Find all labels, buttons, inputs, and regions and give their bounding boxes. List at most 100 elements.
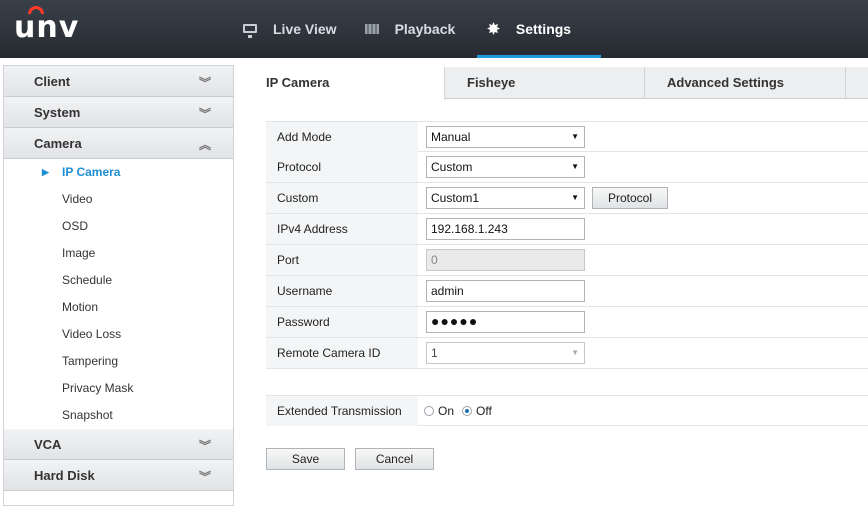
protocol-button[interactable]: Protocol bbox=[592, 187, 668, 209]
radio-circle-selected-icon bbox=[462, 405, 473, 416]
sidebar-item-label: Privacy Mask bbox=[62, 381, 134, 395]
protocol-label: Protocol bbox=[266, 152, 418, 182]
chevron-down-icon: ︾ bbox=[198, 470, 211, 484]
sidebar-item-label: Image bbox=[62, 246, 96, 260]
dropdown-arrow-icon: ▼ bbox=[571, 162, 579, 171]
extended-transmission-row: Extended Transmission On Off bbox=[266, 395, 868, 426]
film-icon bbox=[364, 24, 379, 34]
nav-live-view[interactable]: Live View bbox=[243, 0, 353, 58]
gear-icon: ✸ bbox=[487, 20, 500, 38]
add-mode-value: Manual bbox=[431, 129, 471, 144]
sidebar-section-label: VCA bbox=[34, 436, 62, 452]
extended-transmission-label: Extended Transmission bbox=[266, 395, 418, 426]
top-bar: unv Live View Playback ✸ Settings bbox=[0, 0, 868, 58]
port-input[interactable]: 0 bbox=[426, 249, 585, 271]
chevron-down-icon: ︾ bbox=[198, 107, 211, 121]
dropdown-arrow-icon: ▼ bbox=[571, 193, 579, 202]
sidebar-item-image[interactable]: Image bbox=[4, 240, 233, 267]
radio-label: On bbox=[438, 403, 455, 418]
main-nav: Live View Playback ✸ Settings bbox=[243, 0, 601, 58]
sidebar-item-privacy-mask[interactable]: Privacy Mask bbox=[4, 375, 233, 402]
remote-camera-id-select[interactable]: 1 ▼ bbox=[426, 342, 585, 364]
tab-fisheye[interactable]: Fisheye bbox=[445, 67, 645, 99]
tab-ip-camera[interactable]: IP Camera bbox=[244, 67, 445, 100]
sidebar-item-video[interactable]: Video bbox=[4, 186, 233, 213]
username-row: Username admin bbox=[266, 276, 868, 307]
unv-logo: unv bbox=[14, 6, 80, 45]
sidebar: Client ︾ System ︾ Camera ︽ ▶ IP Camera Vi… bbox=[3, 65, 234, 506]
sidebar-item-label: Snapshot bbox=[62, 408, 113, 422]
chevron-down-icon: ︾ bbox=[198, 439, 211, 453]
extended-transmission-form: Extended Transmission On Off bbox=[266, 395, 868, 426]
sidebar-item-label: Video Loss bbox=[62, 327, 122, 341]
sidebar-item-label: Video bbox=[62, 192, 93, 206]
save-button[interactable]: Save bbox=[266, 448, 345, 470]
nav-settings[interactable]: ✸ Settings bbox=[477, 0, 601, 58]
protocol-value: Custom bbox=[431, 160, 473, 174]
custom-value: Custom1 bbox=[431, 191, 480, 205]
ipv4-label: IPv4 Address bbox=[266, 214, 418, 244]
sidebar-section-client[interactable]: Client ︾ bbox=[4, 66, 233, 97]
sidebar-section-label: Hard Disk bbox=[34, 467, 95, 483]
sidebar-section-system[interactable]: System ︾ bbox=[4, 97, 233, 128]
sidebar-item-label: IP Camera bbox=[62, 165, 121, 179]
add-mode-label: Add Mode bbox=[266, 121, 418, 152]
sidebar-item-osd[interactable]: OSD bbox=[4, 213, 233, 240]
sidebar-item-snapshot[interactable]: Snapshot bbox=[4, 402, 233, 429]
sidebar-section-label: System bbox=[34, 104, 81, 120]
sidebar-item-schedule[interactable]: Schedule bbox=[4, 267, 233, 294]
settings-tabs: IP Camera Fisheye Advanced Settings bbox=[244, 67, 868, 100]
nav-playback-label: Playback bbox=[394, 21, 456, 37]
sidebar-item-label: OSD bbox=[62, 219, 89, 233]
sidebar-item-motion[interactable]: Motion bbox=[4, 294, 233, 321]
cancel-button[interactable]: Cancel bbox=[355, 448, 434, 470]
sidebar-item-label: Schedule bbox=[62, 273, 113, 287]
remote-camera-id-row: Remote Camera ID 1 ▼ bbox=[266, 338, 868, 369]
remote-camera-id-label: Remote Camera ID bbox=[266, 338, 418, 368]
logo-arc-icon bbox=[28, 6, 44, 14]
sidebar-section-label: Client bbox=[34, 73, 71, 89]
nav-playback[interactable]: Playback bbox=[364, 0, 472, 58]
extended-on-radio[interactable]: On bbox=[424, 404, 454, 418]
chevron-up-icon: ︽ bbox=[198, 138, 211, 152]
ipv4-row: IPv4 Address 192.168.1.243 bbox=[266, 214, 868, 245]
triangle-right-icon: ▶ bbox=[42, 167, 49, 177]
nav-live-view-label: Live View bbox=[273, 21, 337, 37]
ipv4-input[interactable]: 192.168.1.243 bbox=[426, 218, 585, 240]
add-mode-row: Add Mode Manual ▼ bbox=[266, 121, 868, 152]
sidebar-item-video-loss[interactable]: Video Loss bbox=[4, 321, 233, 348]
sidebar-item-ip-camera[interactable]: ▶ IP Camera bbox=[4, 159, 233, 186]
protocol-select[interactable]: Custom ▼ bbox=[426, 156, 585, 178]
password-row: Password ●●●●● bbox=[266, 307, 868, 338]
radio-label: Off bbox=[476, 403, 492, 418]
custom-label: Custom bbox=[266, 183, 418, 213]
chevron-down-icon: ︾ bbox=[198, 76, 211, 90]
nav-settings-label: Settings bbox=[515, 21, 572, 37]
tab-advanced-settings[interactable]: Advanced Settings bbox=[645, 67, 846, 99]
sidebar-item-label: Tampering bbox=[62, 354, 119, 368]
remote-camera-id-value: 1 bbox=[431, 346, 438, 360]
form-actions: Save Cancel bbox=[266, 448, 444, 470]
sidebar-item-tampering[interactable]: Tampering bbox=[4, 348, 233, 375]
extended-off-radio[interactable]: Off bbox=[462, 404, 492, 418]
password-input[interactable]: ●●●●● bbox=[426, 311, 585, 333]
add-mode-select[interactable]: Manual ▼ bbox=[426, 125, 585, 148]
password-label: Password bbox=[266, 307, 418, 337]
port-label: Port bbox=[266, 245, 418, 275]
sidebar-item-label: Motion bbox=[62, 300, 99, 314]
sidebar-section-camera[interactable]: Camera ︽ bbox=[4, 128, 233, 159]
sidebar-section-hard-disk[interactable]: Hard Disk ︾ bbox=[4, 460, 233, 491]
custom-row: Custom Custom1 ▼ Protocol bbox=[266, 183, 868, 214]
username-input[interactable]: admin bbox=[426, 280, 585, 302]
radio-circle-icon bbox=[424, 405, 434, 416]
logo-text: unv bbox=[14, 10, 80, 45]
sidebar-section-vca[interactable]: VCA ︾ bbox=[4, 429, 233, 460]
protocol-row: Protocol Custom ▼ bbox=[266, 152, 868, 183]
port-row: Port 0 bbox=[266, 245, 868, 276]
dropdown-arrow-icon: ▼ bbox=[571, 348, 579, 357]
sidebar-section-label: Camera bbox=[34, 135, 82, 151]
camera-submenu: ▶ IP Camera Video OSD Image Schedule Moti… bbox=[4, 159, 233, 429]
dropdown-arrow-icon: ▼ bbox=[571, 131, 579, 141]
monitor-icon bbox=[243, 23, 257, 38]
custom-select[interactable]: Custom1 ▼ bbox=[426, 187, 585, 209]
